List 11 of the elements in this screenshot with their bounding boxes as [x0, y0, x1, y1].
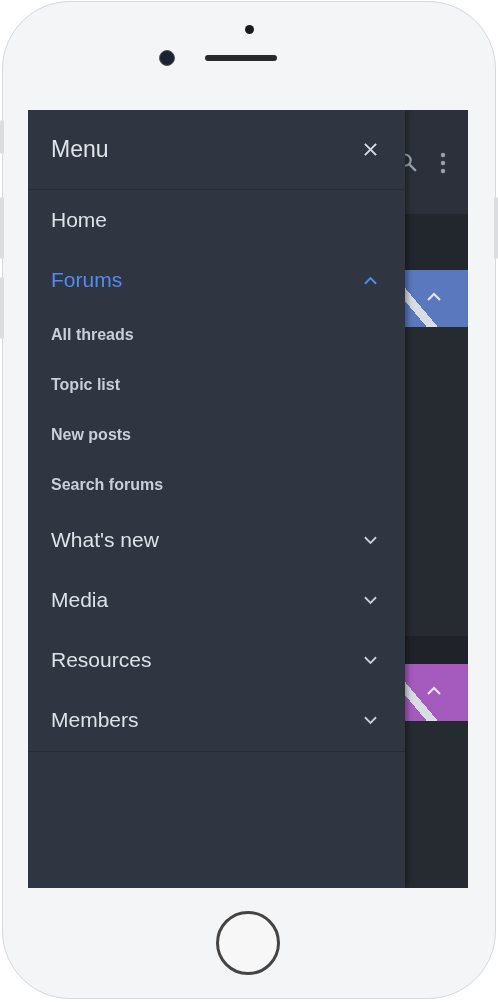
- menu-item[interactable]: Resources: [28, 630, 405, 690]
- submenu-item[interactable]: All threads: [28, 310, 405, 360]
- menu-item[interactable]: Media: [28, 570, 405, 630]
- submenu-item[interactable]: Topic list: [28, 360, 405, 410]
- submenu-item[interactable]: New posts: [28, 410, 405, 460]
- menu-item[interactable]: Members: [28, 690, 405, 750]
- menu-item[interactable]: Forums: [28, 250, 405, 310]
- menu-title: Menu: [51, 136, 109, 163]
- menu-item[interactable]: Home: [28, 190, 405, 250]
- submenu-item[interactable]: Search forums: [28, 460, 405, 510]
- menu-item[interactable]: What's new: [28, 510, 405, 570]
